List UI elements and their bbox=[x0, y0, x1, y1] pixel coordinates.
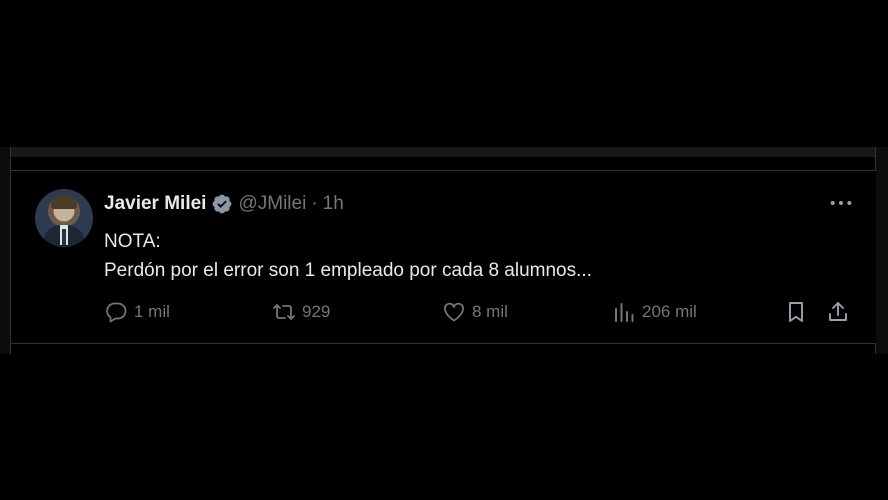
tweet-text-line: NOTA: bbox=[104, 231, 161, 252]
like-count: 8 mil bbox=[472, 302, 508, 321]
like-button[interactable]: 8 mil bbox=[442, 299, 508, 325]
avatar-tie bbox=[62, 229, 66, 245]
tweet-time[interactable]: 1h bbox=[323, 193, 344, 215]
author-handle[interactable]: @JMilei bbox=[238, 193, 306, 215]
tweet-actions: 1 mil 929 8 mil 206 mil bbox=[104, 299, 864, 325]
reply-count: 1 mil bbox=[134, 302, 170, 321]
more-icon[interactable] bbox=[828, 193, 854, 213]
avatar[interactable] bbox=[35, 189, 93, 247]
views-icon bbox=[615, 303, 634, 322]
reply-button[interactable]: 1 mil bbox=[104, 299, 170, 325]
author-name[interactable]: Javier Milei bbox=[104, 193, 206, 215]
share-button[interactable] bbox=[826, 299, 850, 325]
tweet-text-line: Perdón por el error son 1 empleado por c… bbox=[104, 260, 592, 281]
views-button[interactable]: 206 mil bbox=[612, 299, 697, 325]
window-frame-top bbox=[0, 147, 888, 157]
verified-badge-icon[interactable] bbox=[211, 193, 233, 215]
heart-icon bbox=[444, 302, 464, 322]
retweet-icon bbox=[273, 304, 295, 320]
avatar-hair bbox=[51, 195, 77, 209]
bookmark-button[interactable] bbox=[784, 299, 808, 325]
window-frame-right bbox=[875, 147, 888, 354]
tweet-card[interactable]: Javier Milei @JMilei · 1h NOTA: Perdón p… bbox=[11, 170, 876, 344]
reply-icon bbox=[106, 302, 127, 323]
header-separator: · bbox=[311, 193, 318, 214]
share-icon bbox=[829, 302, 847, 321]
views-count: 206 mil bbox=[642, 302, 697, 321]
tweet-header: Javier Milei @JMilei · 1h bbox=[104, 191, 344, 217]
tweet-text: NOTA: Perdón por el error son 1 empleado… bbox=[104, 227, 592, 285]
retweet-count: 929 bbox=[302, 302, 331, 321]
window-frame-left bbox=[0, 147, 11, 354]
bookmark-icon bbox=[789, 302, 803, 322]
retweet-button[interactable]: 929 bbox=[272, 299, 330, 325]
